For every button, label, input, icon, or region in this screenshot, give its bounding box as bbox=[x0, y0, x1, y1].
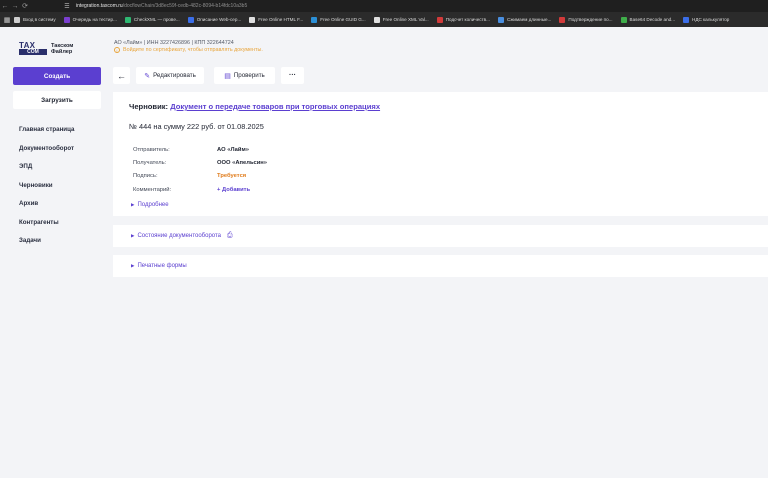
add-comment-link[interactable]: + Добавить bbox=[217, 187, 250, 193]
signature-status: Требуется bbox=[217, 173, 247, 180]
bookmark-favicon-icon bbox=[497, 16, 504, 23]
pencil-icon: ✎ bbox=[144, 72, 151, 80]
document-card: Черновик: Документ о передаче товаров пр… bbox=[113, 92, 768, 216]
sender-value: АО «Лайм» bbox=[217, 146, 249, 153]
apps-grid-icon[interactable]: ▦ bbox=[0, 16, 14, 24]
draft-title: Черновик: Документ о передаче товаров пр… bbox=[129, 102, 380, 111]
bookmark-favicon-icon bbox=[14, 16, 20, 23]
bookmark[interactable]: Очередь на тестир... bbox=[63, 16, 117, 23]
more-dots-icon: ··· bbox=[289, 72, 296, 79]
bookmark-favicon-icon bbox=[559, 16, 566, 23]
bookmark[interactable]: Free Online XML Val... bbox=[373, 16, 429, 23]
check-button[interactable]: ▤ Проверить bbox=[214, 67, 275, 84]
bookmark[interactable]: Free Online GUID G... bbox=[311, 16, 366, 23]
print-forms-label: Печатные формы bbox=[137, 263, 187, 269]
field-label: Отправитель: bbox=[133, 146, 170, 153]
create-button[interactable]: Создать bbox=[13, 67, 101, 85]
field-label: Подпись: bbox=[133, 173, 158, 180]
details-toggle[interactable]: ▶ Подробнее bbox=[131, 202, 169, 208]
warning-text: Войдите по сертификату, чтобы отправлять… bbox=[123, 47, 263, 53]
arrow-left-icon: ← bbox=[117, 70, 126, 81]
details-label: Подробнее bbox=[137, 202, 169, 208]
bookmark-favicon-icon bbox=[187, 16, 194, 23]
field-row: Подпись: Требуется bbox=[133, 170, 267, 183]
sidebar-item-archive[interactable]: Архив bbox=[19, 200, 74, 219]
url-host: integration.taxcom.ru bbox=[76, 3, 123, 9]
bookmarks-bar: ▦ Вход в систему Очередь на тестир... Ch… bbox=[0, 12, 768, 27]
triangle-right-icon: ▶ bbox=[131, 233, 135, 238]
bookmark[interactable]: Free Online HTML F... bbox=[249, 16, 303, 23]
bookmark-favicon-icon bbox=[249, 16, 256, 23]
bookmark-favicon-icon bbox=[620, 16, 627, 23]
bookmark-favicon-icon bbox=[63, 16, 70, 23]
forward-arrow-icon[interactable]: → bbox=[10, 0, 20, 12]
field-row: Комментарий: + Добавить bbox=[133, 183, 267, 196]
field-row: Отправитель: АО «Лайм» bbox=[133, 143, 267, 156]
sidebar-item-epd[interactable]: ЭПД bbox=[19, 163, 74, 182]
document-subtitle: № 444 на сумму 222 руб. от 01.08.2025 bbox=[129, 122, 264, 131]
edit-button[interactable]: ✎ Редактировать bbox=[136, 67, 204, 84]
taxcom-logo-icon: TAX COM bbox=[19, 41, 47, 55]
back-button[interactable]: ← bbox=[113, 67, 130, 84]
triangle-right-icon: ▶ bbox=[131, 202, 135, 207]
certificate-warning: i Войдите по сертификату, чтобы отправля… bbox=[114, 47, 263, 53]
recipient-value: ООО «Апельсин» bbox=[217, 160, 268, 167]
field-label: Комментарий: bbox=[133, 186, 172, 193]
printer-icon[interactable]: ⎙ bbox=[227, 232, 233, 240]
bookmark-favicon-icon bbox=[124, 16, 131, 23]
document-fields: Отправитель: АО «Лайм» Получатель: ООО «… bbox=[133, 143, 267, 197]
docflow-state-label: Состояние документооборота bbox=[137, 233, 221, 239]
draft-prefix: Черновик: bbox=[129, 102, 169, 111]
docflow-state-section[interactable]: ▶ Состояние документооборота ⎙ bbox=[113, 225, 768, 247]
reload-icon[interactable]: ⟳ bbox=[20, 0, 30, 12]
bookmark[interactable]: Base64 Decode and... bbox=[620, 16, 675, 23]
bookmark-favicon-icon bbox=[683, 16, 690, 23]
brand-logo[interactable]: TAX COM Такском Файлер bbox=[19, 41, 81, 55]
more-actions-button[interactable]: ··· bbox=[281, 67, 304, 84]
back-arrow-icon[interactable]: ← bbox=[0, 0, 10, 12]
info-icon: i bbox=[114, 47, 120, 53]
org-details: АО «Лайм» | ИНН 3227426896 | КПП 3226447… bbox=[114, 40, 234, 46]
print-forms-section[interactable]: ▶ Печатные формы bbox=[113, 255, 768, 277]
bookmark-favicon-icon bbox=[373, 16, 380, 23]
check-label: Проверить bbox=[233, 72, 265, 79]
triangle-right-icon: ▶ bbox=[131, 263, 135, 268]
document-title-link[interactable]: Документ о передаче товаров при торговых… bbox=[170, 102, 380, 111]
bookmark[interactable]: НДС калькулятор bbox=[683, 16, 729, 23]
bookmark[interactable]: Подтверждение по... bbox=[559, 16, 613, 23]
sidebar-item-tasks[interactable]: Задачи bbox=[19, 237, 74, 256]
brand-name: Такском Файлер bbox=[51, 42, 74, 55]
sidebar-nav: Главная страница Документооборот ЭПД Чер… bbox=[19, 126, 74, 256]
bookmark[interactable]: Подсчет количеств... bbox=[436, 16, 490, 23]
bookmark[interactable]: Сжимаем длинные... bbox=[497, 16, 551, 23]
sidebar-item-drafts[interactable]: Черновики bbox=[19, 182, 74, 201]
url-field[interactable]: integration.taxcom.ru/docflowChain/3d8ec… bbox=[76, 3, 247, 9]
document-check-icon: ▤ bbox=[224, 72, 231, 80]
edit-label: Редактировать bbox=[153, 72, 196, 79]
url-path: /docflowChain/3d8ec59f-cedb-482c-8094-b1… bbox=[122, 3, 248, 9]
bookmark[interactable]: CheckXML — прове... bbox=[124, 16, 180, 23]
field-row: Получатель: ООО «Апельсин» bbox=[133, 156, 267, 169]
sidebar-item-home[interactable]: Главная страница bbox=[19, 126, 74, 145]
bookmark[interactable]: Описание Web-сер... bbox=[187, 16, 241, 23]
field-label: Получатель: bbox=[133, 160, 167, 167]
bookmark-favicon-icon bbox=[436, 16, 443, 23]
sidebar-item-docflow[interactable]: Документооборот bbox=[19, 145, 74, 164]
site-info-icon[interactable]: ☰ bbox=[62, 0, 72, 12]
browser-address-bar: ← → ⟳ ☰ integration.taxcom.ru/docflowCha… bbox=[0, 0, 768, 12]
bookmark-favicon-icon bbox=[311, 16, 318, 23]
sidebar-item-contractors[interactable]: Контрагенты bbox=[19, 219, 74, 238]
upload-button[interactable]: Загрузить bbox=[13, 91, 101, 109]
bookmark[interactable]: Вход в систему bbox=[14, 16, 56, 23]
